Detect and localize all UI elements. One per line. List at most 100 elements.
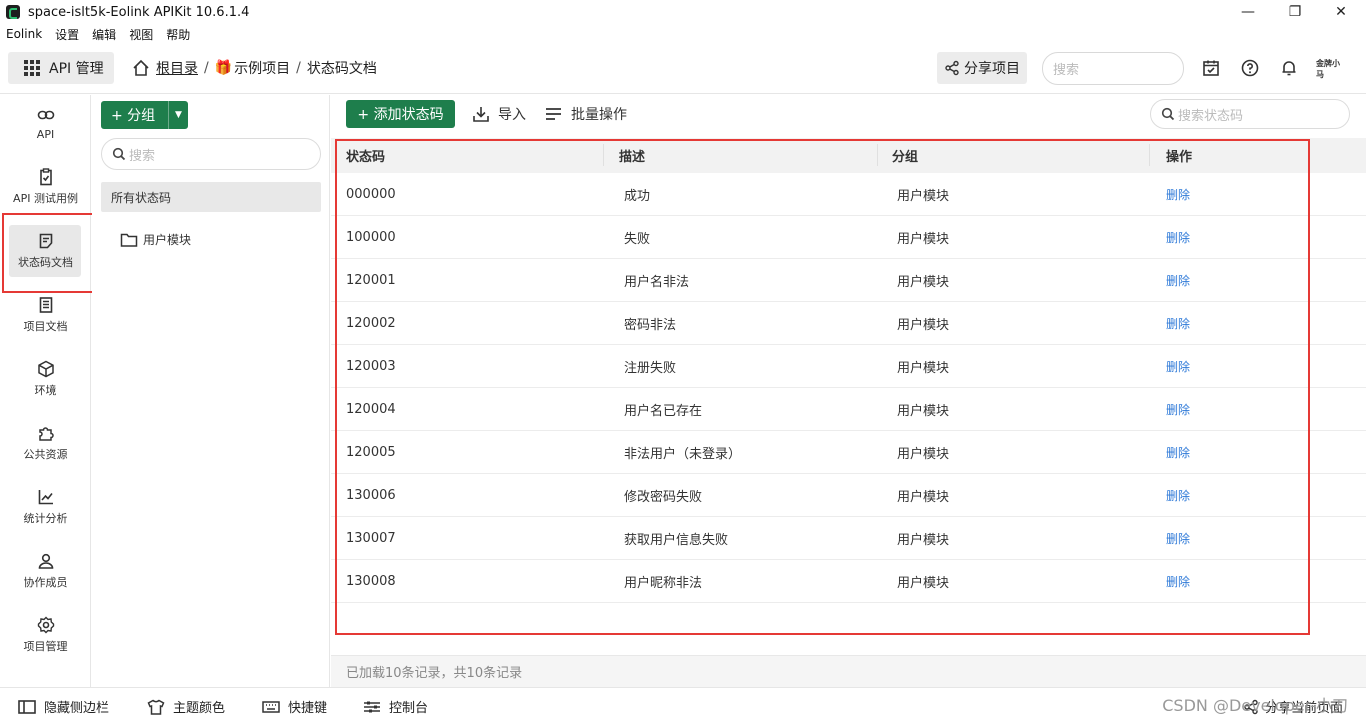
sidebar-item-project-docs[interactable]: 项目文档: [0, 287, 91, 343]
add-group-label: + 分组: [111, 108, 156, 124]
user-icon: [37, 552, 55, 570]
sidebar-item-public-resources[interactable]: 公共资源: [0, 415, 91, 471]
delete-link[interactable]: 删除: [1166, 573, 1190, 590]
sidebar-item-environment[interactable]: 环境: [0, 351, 91, 407]
avatar[interactable]: 金牌小马: [1316, 54, 1346, 84]
menu-view[interactable]: 视图: [129, 26, 153, 43]
maximize-button[interactable]: ❐: [1272, 0, 1318, 24]
calendar-check-icon[interactable]: [1201, 58, 1221, 78]
sidebar-item-statistics[interactable]: 统计分析: [0, 479, 91, 535]
delete-link[interactable]: 删除: [1166, 272, 1190, 289]
sliders-icon: [364, 701, 380, 712]
table-row: 120001 用户名非法 用户模块 删除: [331, 259, 1366, 302]
group-search-input[interactable]: 搜索: [101, 138, 321, 170]
cell-group: 用户模块: [897, 532, 950, 548]
delete-link[interactable]: 删除: [1166, 401, 1190, 418]
share-project-button[interactable]: 分享项目: [937, 52, 1027, 84]
home-icon: [133, 59, 149, 76]
bell-icon[interactable]: [1279, 58, 1299, 78]
column-header-group[interactable]: 分组: [892, 146, 918, 165]
main-sidebar: API API 测试用例 状态码文档 项目文档 环境 公共资源 统计分析 协作成…: [0, 95, 91, 687]
document-icon: [37, 232, 55, 250]
breadcrumb-project[interactable]: 示例项目: [234, 58, 290, 78]
batch-operation-label: 批量操作: [571, 107, 627, 123]
breadcrumb-root[interactable]: 根目录: [156, 58, 198, 78]
breadcrumb-current: 状态码文档: [306, 61, 377, 77]
cell-group: 用户模块: [897, 188, 950, 204]
menu-help[interactable]: 帮助: [166, 26, 190, 43]
sidebar-item-project-manage[interactable]: 项目管理: [0, 607, 91, 663]
delete-link[interactable]: 删除: [1166, 186, 1190, 203]
cell-desc: 失败: [624, 231, 651, 247]
cell-desc: 用户名非法: [624, 274, 690, 290]
console-button[interactable]: 控制台: [363, 697, 428, 716]
status-code-search-placeholder: 搜索状态码: [1178, 108, 1244, 124]
delete-link[interactable]: 删除: [1166, 358, 1190, 375]
breadcrumb-separator: /: [296, 60, 301, 76]
add-status-code-button[interactable]: + 添加状态码: [346, 100, 455, 128]
batch-operation-button[interactable]: 批量操作: [545, 104, 627, 124]
add-group-button[interactable]: + 分组 ▼: [101, 101, 188, 129]
column-header-code[interactable]: 状态码: [346, 146, 385, 165]
share-icon: [945, 60, 959, 76]
theme-color-button[interactable]: 主题颜色: [147, 697, 225, 716]
cell-group: 用户模块: [897, 231, 950, 247]
status-code-search-input[interactable]: 搜索状态码: [1150, 99, 1350, 129]
table-row: 130006 修改密码失败 用户模块 删除: [331, 474, 1366, 517]
link-icon: [37, 106, 55, 124]
clipboard-check-icon: [37, 168, 55, 186]
group-folder-item[interactable]: 用户模块: [120, 231, 191, 248]
cell-group: 用户模块: [897, 489, 950, 505]
cell-group: 用户模块: [897, 317, 950, 333]
delete-link[interactable]: 删除: [1166, 315, 1190, 332]
close-button[interactable]: ✕: [1318, 0, 1364, 24]
import-label: 导入: [498, 107, 526, 123]
sidebar-item-members[interactable]: 协作成员: [0, 543, 91, 599]
app-logo-icon: [6, 5, 20, 19]
sidebar-item-api[interactable]: API: [0, 95, 91, 151]
table-row: 120002 密码非法 用户模块 删除: [331, 302, 1366, 345]
shortcuts-button[interactable]: 快捷键: [262, 697, 327, 716]
cell-group: 用户模块: [897, 575, 950, 591]
shirt-icon: [147, 699, 165, 715]
hide-sidebar-button[interactable]: 隐藏侧边栏: [18, 697, 109, 716]
cell-code: 130007: [346, 530, 396, 546]
cell-code: 120005: [346, 444, 396, 460]
menu-settings[interactable]: 设置: [55, 26, 79, 43]
cell-group: 用户模块: [897, 403, 950, 419]
cell-desc: 获取用户信息失败: [624, 532, 729, 548]
sidebar-item-label: 项目文档: [23, 320, 68, 333]
delete-link[interactable]: 删除: [1166, 530, 1190, 547]
global-search-input[interactable]: 搜索: [1042, 52, 1184, 85]
keyboard-icon: [262, 700, 280, 713]
sidebar-item-api-test[interactable]: API 测试用例: [0, 159, 91, 215]
delete-link[interactable]: 删除: [1166, 444, 1190, 461]
window-title: space-islt5k-Eolink APIKit 10.6.1.4: [28, 4, 250, 20]
menu-eolink[interactable]: Eolink: [6, 27, 42, 41]
minimize-button[interactable]: —: [1225, 0, 1271, 24]
delete-link[interactable]: 删除: [1166, 487, 1190, 504]
delete-link[interactable]: 删除: [1166, 229, 1190, 246]
sidebar-item-label: 环境: [34, 384, 57, 397]
theme-color-label: 主题颜色: [173, 701, 226, 716]
hide-sidebar-label: 隐藏侧边栏: [44, 701, 110, 716]
cell-desc: 用户昵称非法: [624, 575, 703, 591]
cell-code: 120004: [346, 401, 396, 417]
cell-group: 用户模块: [897, 360, 950, 376]
caret-down-icon[interactable]: ▼: [168, 101, 188, 129]
cube-icon: [37, 360, 55, 378]
list-icon: [546, 108, 561, 120]
table-row: 120003 注册失败 用户模块 删除: [331, 345, 1366, 388]
cell-code: 130008: [346, 573, 396, 589]
api-manage-button[interactable]: API 管理: [8, 52, 114, 84]
cell-code: 120001: [346, 272, 396, 288]
breadcrumb: 根目录 / 🎁 示例项目 / 状态码文档: [132, 58, 377, 78]
import-button[interactable]: 导入: [472, 104, 526, 124]
chart-icon: [37, 488, 55, 506]
help-icon[interactable]: [1240, 58, 1260, 78]
cell-desc: 注册失败: [624, 360, 677, 376]
column-header-desc[interactable]: 描述: [619, 146, 645, 165]
table-row: 000000 成功 用户模块 删除: [331, 173, 1366, 216]
menu-edit[interactable]: 编辑: [92, 26, 116, 43]
group-all-codes[interactable]: 所有状态码: [101, 182, 321, 212]
